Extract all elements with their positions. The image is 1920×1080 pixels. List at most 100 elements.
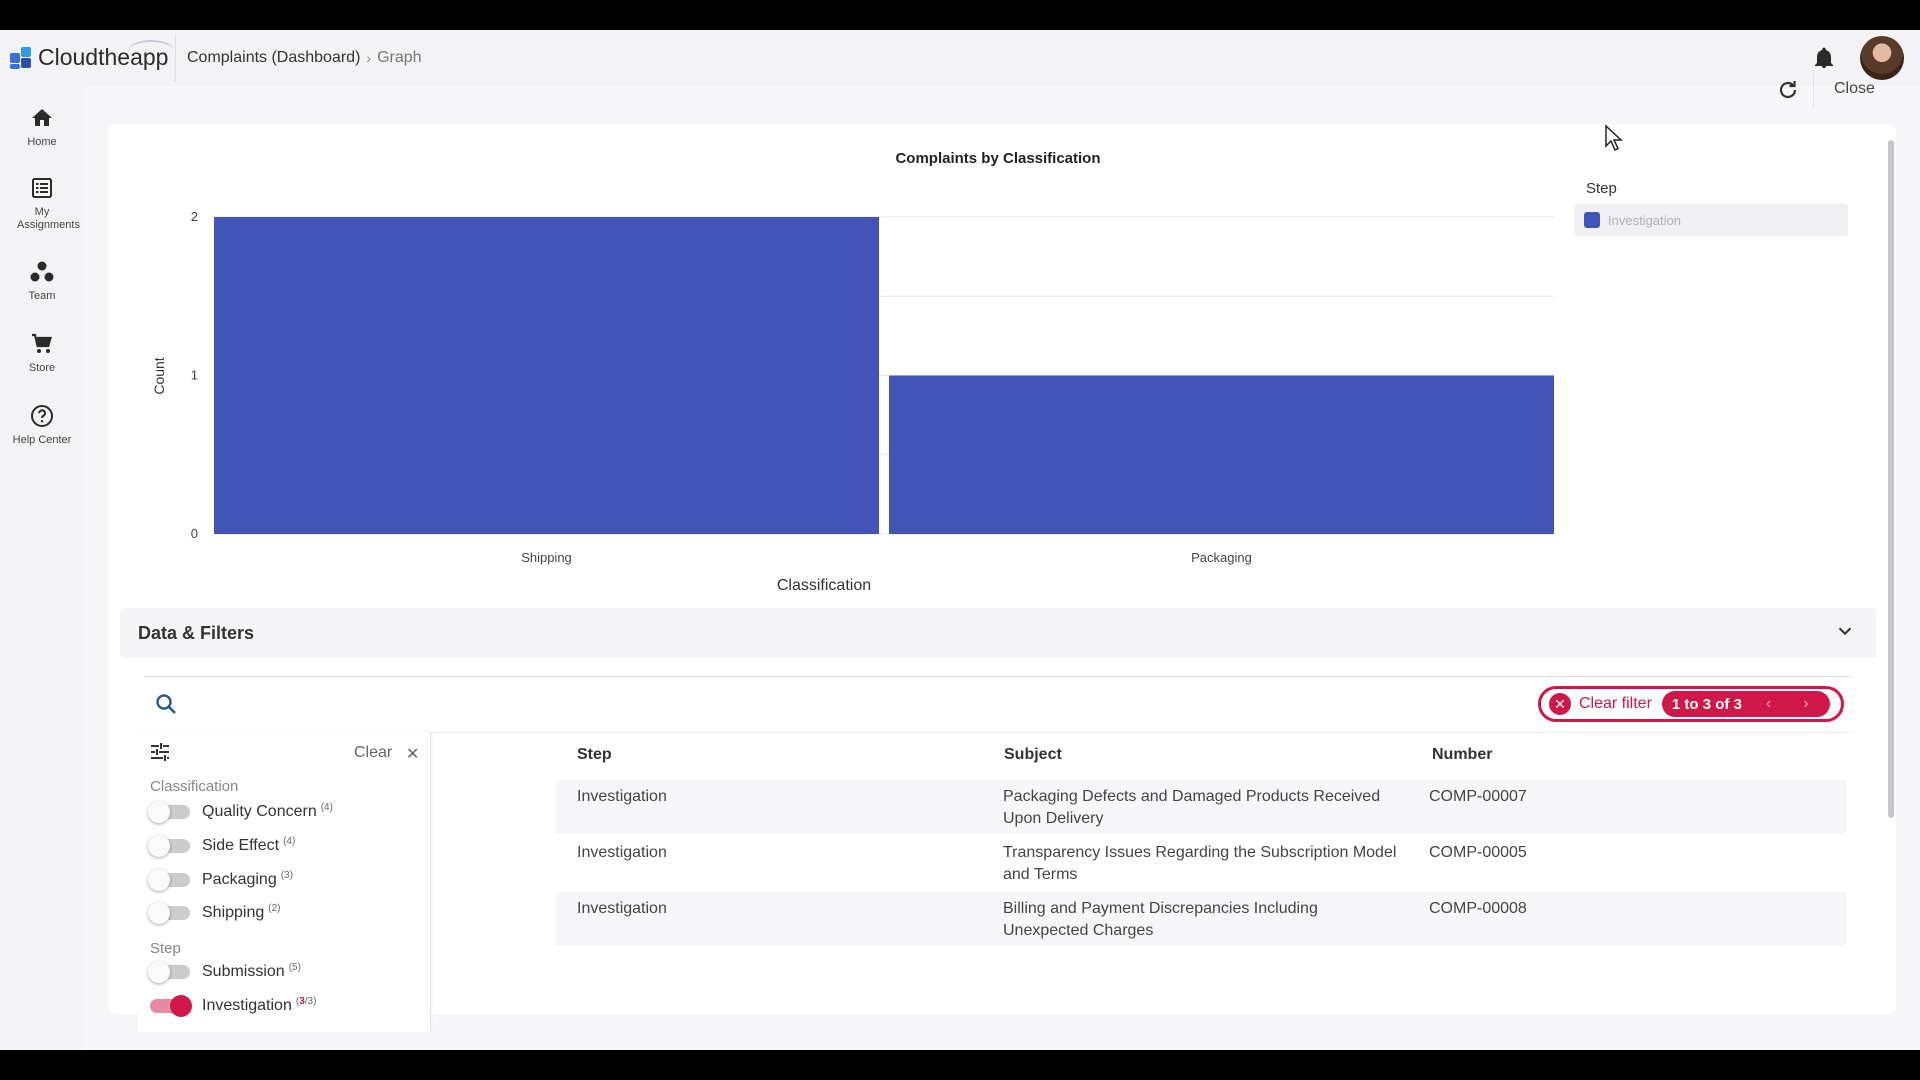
toggle-switch[interactable]	[148, 835, 190, 857]
cell-step: Investigation	[577, 900, 667, 917]
pagination: 1 to 3 of 3 ‹ ›	[1661, 691, 1830, 717]
y-tick-label: 0	[191, 526, 198, 541]
data-filters-header[interactable]: Data & Filters	[120, 608, 1876, 658]
filter-item-packaging[interactable]: Packaging (3)	[148, 868, 293, 892]
cell-step: Investigation	[577, 788, 667, 805]
header-divider	[1813, 72, 1814, 108]
bar-packaging[interactable]	[889, 375, 1554, 535]
filter-item-side-effect[interactable]: Side Effect (4)	[148, 834, 296, 858]
bar-chart: 0 1 2 Shipping Packaging Classification Count	[151, 209, 1554, 594]
bar-shipping[interactable]	[214, 217, 879, 534]
prev-page-icon[interactable]: ‹	[1766, 695, 1771, 713]
filter-item-label: Submission	[202, 963, 285, 980]
filter-item-count: (3/3)	[295, 995, 317, 1007]
clear-filter-pill: ✕ Clear filter 1 to 3 of 3 ‹ ›	[1538, 686, 1844, 722]
next-page-icon[interactable]: ›	[1803, 695, 1808, 713]
filter-clear-button[interactable]: Clear	[354, 744, 392, 762]
filter-item-label: Quality Concern	[202, 803, 317, 820]
legend-label: Investigation	[1608, 212, 1681, 228]
nav-item-my-assignments[interactable]: My Assignments	[0, 176, 84, 232]
sidebar: Home My Assignments Team Store Help Cent…	[0, 86, 84, 1050]
home-icon	[32, 109, 52, 126]
x-tick-label: Shipping	[521, 550, 572, 565]
close-button[interactable]: Close	[1834, 80, 1875, 98]
filter-item-quality-concern[interactable]: Quality Concern (4)	[148, 800, 333, 824]
column-header-number[interactable]: Number	[1432, 746, 1492, 764]
toggle-switch[interactable]	[148, 902, 190, 924]
breadcrumb: Complaints (Dashboard) › Graph	[187, 49, 422, 67]
toggle-switch[interactable]	[148, 869, 190, 891]
filter-item-count: (2)	[268, 902, 281, 914]
bell-icon[interactable]	[1812, 46, 1836, 70]
toggle-switch[interactable]	[148, 961, 190, 983]
filter-item-label: Packaging	[202, 871, 277, 888]
table-row[interactable]: Investigation Transparency Issues Regard…	[556, 836, 1846, 890]
legend-title: Step	[1586, 180, 1617, 197]
breadcrumb-chevron-icon: ›	[366, 50, 372, 66]
filter-item-shipping[interactable]: Shipping (2)	[148, 901, 281, 925]
divider	[144, 676, 1852, 677]
table-row[interactable]: Investigation Packaging Defects and Dama…	[556, 780, 1846, 834]
table-row[interactable]: Investigation Billing and Payment Discre…	[556, 892, 1846, 946]
filter-item-count: (5)	[288, 961, 301, 973]
cell-step: Investigation	[577, 844, 667, 861]
brand-logo[interactable]: Cloudtheapp	[10, 40, 174, 71]
top-bar: Cloudtheapp Complaints (Dashboard) › Gra…	[0, 30, 1920, 86]
pagination-range: 1 to 3 of 3	[1671, 695, 1742, 713]
refresh-icon[interactable]	[1776, 78, 1800, 102]
filter-group-title: Step	[150, 940, 181, 957]
close-icon[interactable]: ✕	[406, 744, 419, 764]
logo-mark-icon	[10, 46, 32, 69]
tune-icon[interactable]	[148, 740, 172, 764]
search-icon[interactable]	[154, 692, 178, 716]
cell-number: COMP-00008	[1429, 900, 1527, 917]
y-tick-label: 2	[191, 209, 198, 224]
filter-item-submission[interactable]: Submission (5)	[148, 960, 301, 984]
filter-item-label: Shipping	[202, 904, 265, 921]
chart-title: Complaints by Classification	[895, 150, 1101, 167]
team-icon	[30, 261, 54, 282]
toggle-switch-on[interactable]	[150, 995, 192, 1017]
breadcrumb-graph: Graph	[377, 49, 422, 66]
filter-item-investigation[interactable]: Investigation (3/3)	[150, 994, 316, 1018]
column-header-subject[interactable]: Subject	[1004, 746, 1062, 764]
filter-item-label: Investigation	[202, 997, 292, 1014]
cell-number: COMP-00005	[1429, 844, 1527, 861]
nav-item-home[interactable]: Home	[0, 106, 84, 148]
cell-number: COMP-00007	[1429, 788, 1527, 805]
nav-label: My Assignments	[17, 206, 80, 231]
user-avatar[interactable]	[1860, 36, 1904, 80]
legend-item-investigation[interactable]: Investigation	[1574, 204, 1848, 236]
clear-filter-x-icon[interactable]: ✕	[1549, 693, 1571, 715]
filter-item-count: (4)	[320, 801, 333, 813]
y-axis-label: Count	[151, 357, 167, 394]
column-header-step[interactable]: Step	[577, 746, 612, 764]
nav-label: Home	[27, 136, 57, 148]
topbar-divider	[175, 34, 176, 82]
x-axis-label: Classification	[777, 577, 871, 594]
filter-panel: Clear ✕ Classification Quality Concern (…	[138, 732, 431, 1032]
cell-subject: Packaging Defects and Damaged Products R…	[1003, 788, 1381, 827]
card-scrollbar[interactable]	[1888, 140, 1894, 818]
filter-item-count: (4)	[283, 835, 296, 847]
nav-item-help-center[interactable]: Help Center	[0, 404, 84, 446]
cart-icon	[32, 333, 52, 353]
clear-filter-button[interactable]: Clear filter	[1579, 695, 1652, 713]
cell-subject: Transparency Issues Regarding the Subscr…	[1003, 844, 1397, 883]
nav-item-team[interactable]: Team	[0, 260, 84, 302]
nav-label: Store	[28, 362, 56, 374]
mouse-cursor-icon	[1605, 124, 1623, 152]
help-icon	[31, 405, 53, 427]
x-tick-label: Packaging	[1191, 550, 1252, 565]
filter-group-title: Classification	[150, 778, 239, 795]
filter-item-label: Side Effect	[202, 837, 280, 854]
logo-swoosh-icon	[128, 40, 174, 62]
nav-label: Help Center	[12, 434, 72, 446]
legend-swatch	[1584, 212, 1600, 228]
toggle-switch[interactable]	[148, 801, 190, 823]
chevron-down-icon[interactable]	[1834, 620, 1856, 642]
list-icon	[32, 178, 52, 198]
breadcrumb-dashboard[interactable]: Complaints (Dashboard)	[187, 49, 360, 67]
nav-label: Team	[28, 290, 56, 302]
nav-item-store[interactable]: Store	[0, 332, 84, 374]
